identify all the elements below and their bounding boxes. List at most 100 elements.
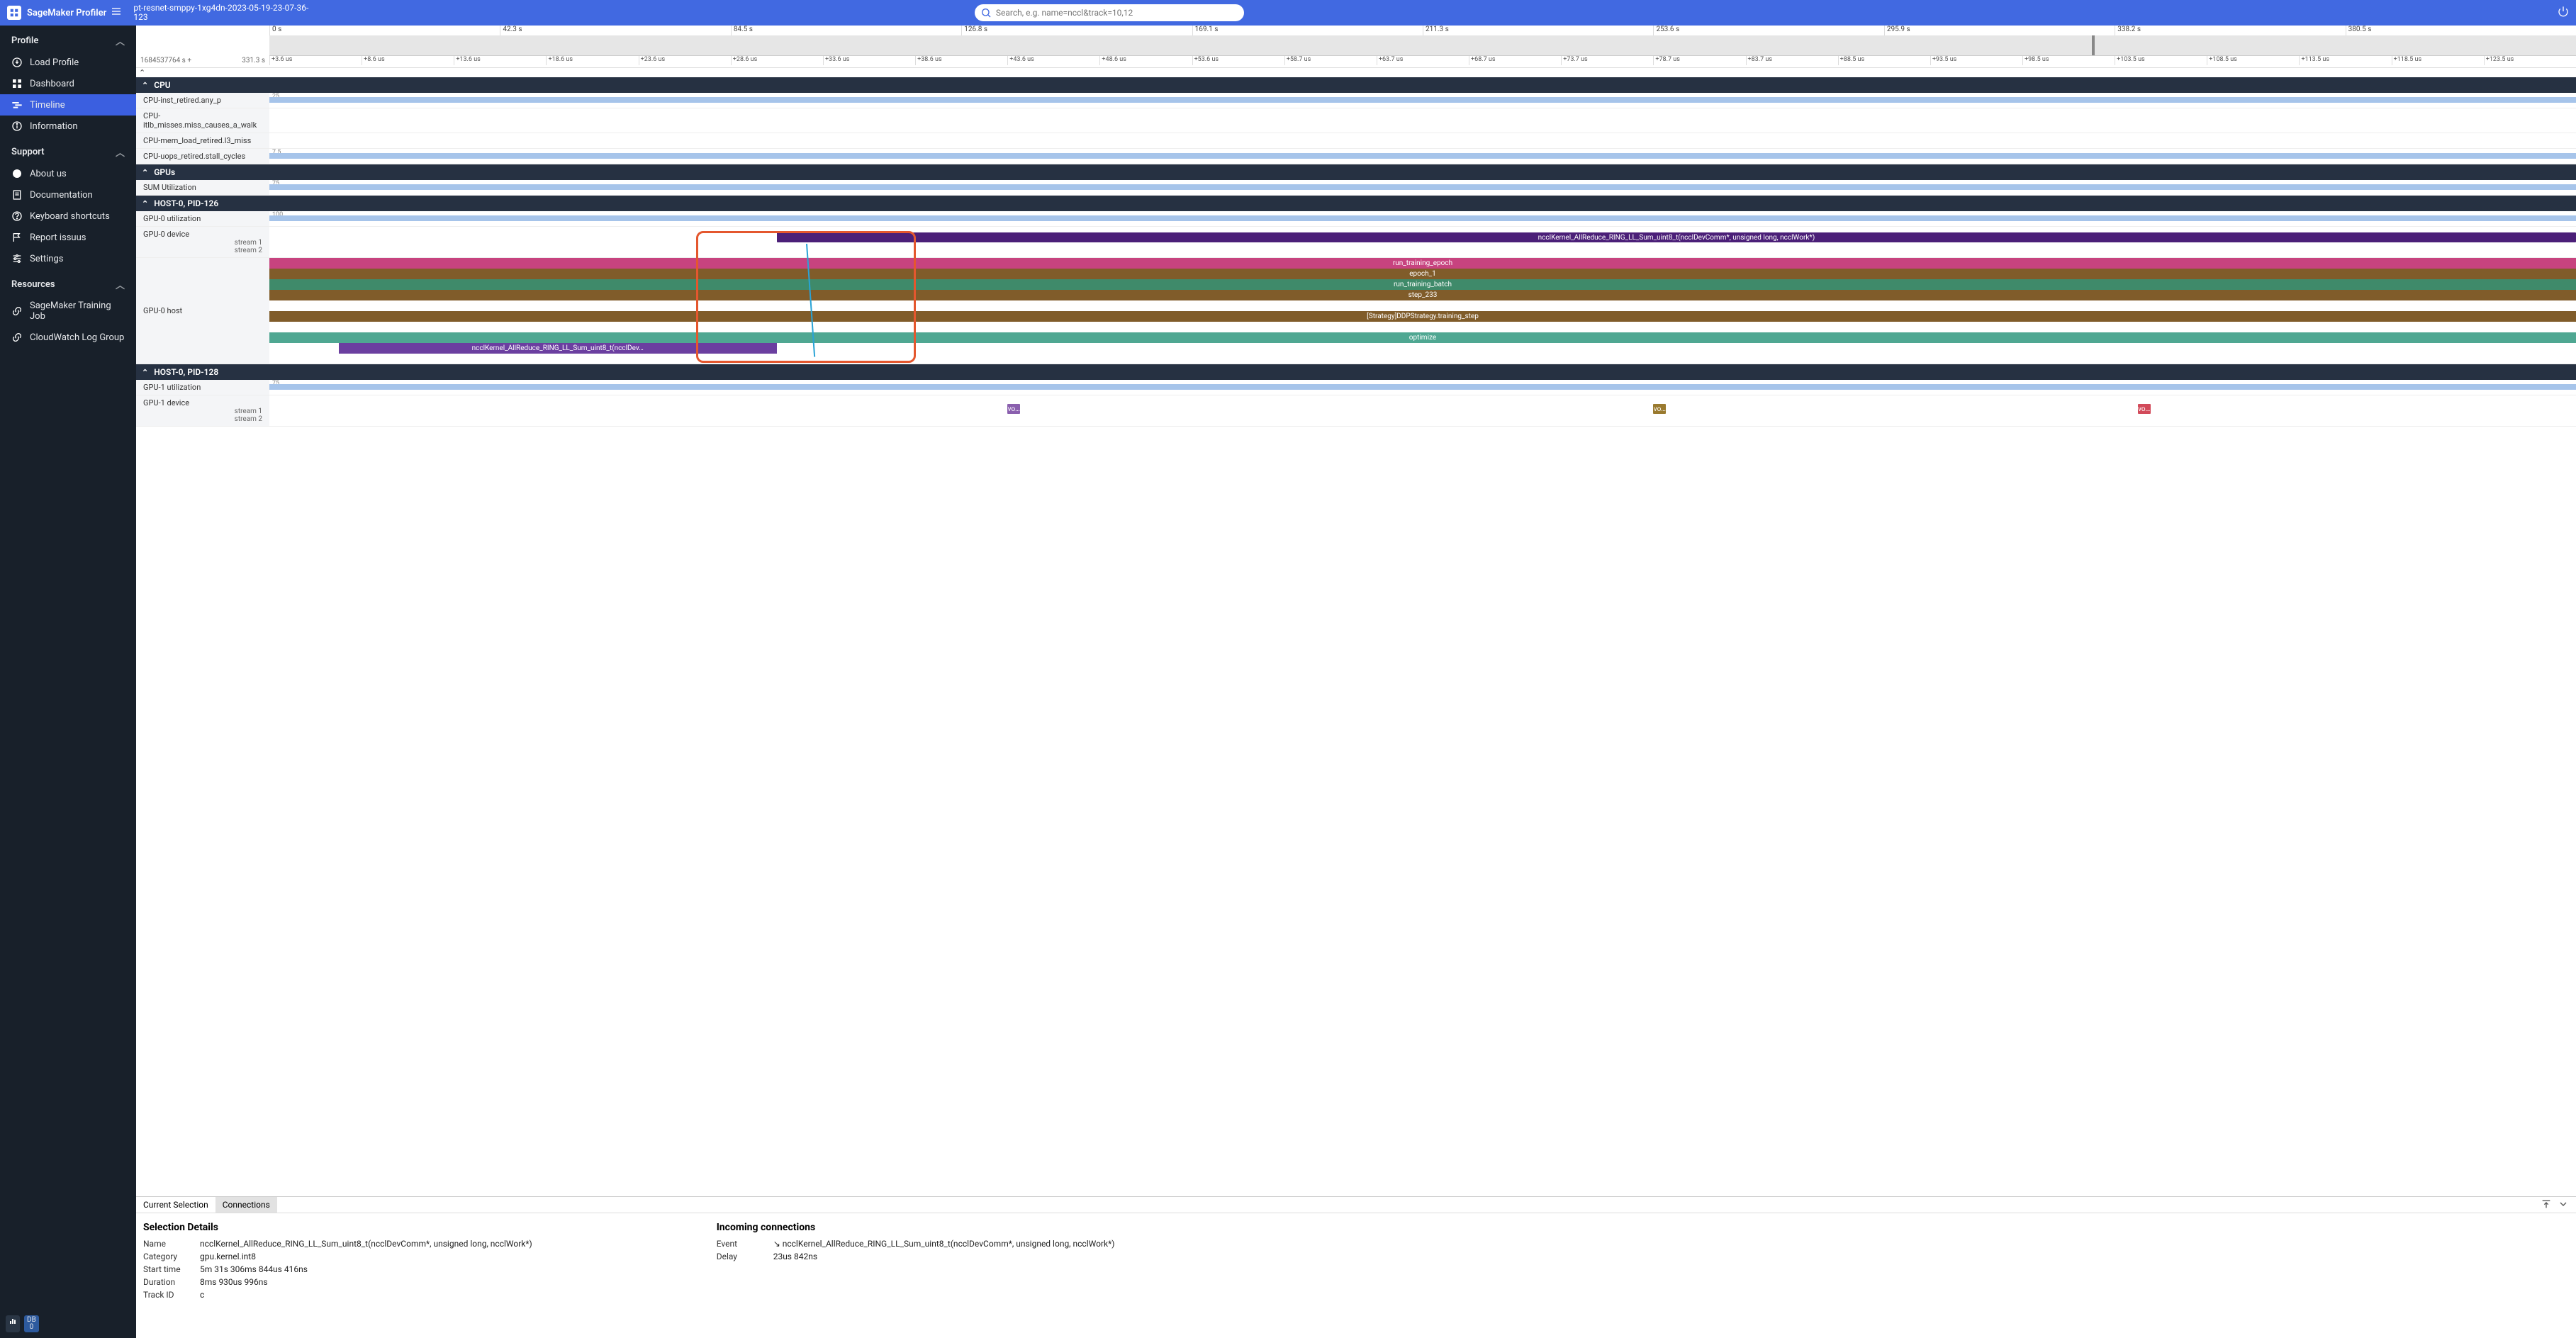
sidebar-item-label: Load Profile — [30, 57, 79, 68]
link-icon — [11, 305, 23, 317]
flame-bar[interactable]: step_233 — [269, 290, 2576, 300]
row-label: CPU-itlb_misses.miss_causes_a_walk — [143, 111, 262, 130]
sidebar-item-keyboard[interactable]: Keyboard shortcuts — [0, 206, 136, 227]
detail-key: Delay — [717, 1252, 773, 1261]
tab-connections[interactable]: Connections — [215, 1197, 277, 1213]
tick-label: +28.6 us — [731, 56, 823, 65]
kernel-chip[interactable]: vo… — [2138, 404, 2151, 414]
sidebar-item-docs[interactable]: Documentation — [0, 184, 136, 206]
row-gpu0-util: GPU-0 utilization 100 — [136, 211, 2576, 227]
tick-label: +13.6 us — [454, 56, 546, 65]
lane[interactable]: run_training_epochepoch_1run_training_ba… — [269, 258, 2576, 364]
detail-value: ncclKernel_AllReduce_RING_LL_Sum_uint8_t… — [200, 1239, 532, 1249]
stats-icon[interactable] — [6, 1315, 20, 1332]
timeline-overview[interactable]: 1684537764 s + 331.3 s 0 s42.3 s84.5 s12… — [136, 26, 2576, 68]
power-icon[interactable] — [2558, 6, 2569, 20]
sidebar-item-information[interactable]: Information — [0, 116, 136, 137]
chevron-up-icon: ⌃ — [142, 81, 148, 90]
detail-value: ↘ ncclKernel_AllReduce_RING_LL_Sum_uint8… — [773, 1239, 1115, 1249]
row-gpu1-device: GPU-1 device stream 1 stream 2 vo…vo…vo…… — [136, 395, 2576, 427]
overview-start-time: 1684537764 s + — [140, 57, 191, 64]
sidebar-item-settings[interactable]: Settings — [0, 248, 136, 269]
group-gpus[interactable]: ⌃ GPUs — [136, 164, 2576, 180]
sidebar-section-profile[interactable]: Profile ︿ — [0, 26, 136, 52]
row-label: GPU-1 device — [143, 398, 262, 407]
sidebar-item-cloudwatch[interactable]: CloudWatch Log Group — [0, 327, 136, 348]
chevron-up-icon: ︿ — [116, 278, 125, 291]
detail-value: 8ms 930us 996ns — [200, 1277, 532, 1287]
flame-bar[interactable] — [269, 322, 2576, 332]
lane[interactable]: 75 — [269, 180, 2576, 195]
hamburger-icon[interactable] — [111, 6, 122, 20]
group-host0-126[interactable]: ⌃ HOST-0, PID-126 — [136, 196, 2576, 211]
tick-label: 295.9 s — [1884, 26, 2115, 35]
info-icon — [11, 168, 23, 179]
collapse-overview-icon[interactable]: ⌃ — [136, 68, 2576, 77]
flame-bar[interactable]: optimize — [269, 332, 2576, 343]
move-to-top-icon[interactable] — [2541, 1198, 2552, 1212]
selection-details: Selection Details NamencclKernel_AllRedu… — [143, 1222, 532, 1300]
sidebar-item-label: About us — [30, 169, 67, 179]
search-icon — [980, 7, 992, 21]
sidebar-item-label: Timeline — [30, 100, 65, 111]
timeline-tracks: ⌃ CPU CPU-inst_retired.any_p 25 CPU-itlb… — [136, 77, 2576, 1196]
sidebar-item-dashboard[interactable]: Dashboard — [0, 73, 136, 94]
flame-bar[interactable] — [269, 300, 2576, 311]
group-cpu[interactable]: ⌃ CPU — [136, 77, 2576, 93]
sidebar-item-load-profile[interactable]: Load Profile — [0, 52, 136, 73]
search-input[interactable] — [975, 4, 1244, 21]
kernel-chip[interactable]: vo… — [1007, 404, 1020, 414]
flame-bar[interactable]: [Strategy]DDPStrategy.training_step — [269, 311, 2576, 322]
cpu-metric-row: CPU-itlb_misses.miss_causes_a_walk — [136, 108, 2576, 133]
overview-scrubber[interactable] — [269, 35, 2576, 55]
kernel-bar[interactable]: ncclKernel_AllReduce_RING_LL_Sum_uint8_t… — [777, 232, 2576, 242]
lane[interactable]: 25 — [269, 93, 2576, 108]
tick-label: +48.6 us — [1099, 56, 1192, 65]
row-label: GPU-0 host — [143, 306, 262, 315]
detail-value: c — [200, 1290, 532, 1300]
tick-label: +123.5 us — [2484, 56, 2576, 65]
sidebar-item-label: Report issuus — [30, 232, 86, 243]
lane[interactable] — [269, 133, 2576, 148]
overview-marker[interactable] — [2092, 35, 2095, 55]
sidebar-item-report[interactable]: Report issuus — [0, 227, 136, 248]
tick-label: +68.7 us — [1469, 56, 1561, 65]
document-icon — [11, 189, 23, 201]
tab-current-selection[interactable]: Current Selection — [136, 1197, 215, 1213]
flame-bar[interactable]: ncclKernel_AllReduce_RING_LL_Sum_uint8_t… — [339, 343, 777, 354]
flame-bar[interactable]: run_training_batch — [269, 279, 2576, 290]
tick-label: +58.7 us — [1284, 56, 1377, 65]
sidebar-item-timeline[interactable]: Timeline — [0, 94, 136, 116]
kernel-chip[interactable]: vo… — [1653, 404, 1666, 414]
tick-label: +8.6 us — [362, 56, 454, 65]
row-label: SUM Utilization — [143, 183, 262, 192]
link-icon — [11, 332, 23, 343]
group-host0-128[interactable]: ⌃ HOST-0, PID-128 — [136, 364, 2576, 380]
row-gpu0-device: GPU-0 device stream 1 stream 2 ncclKerne… — [136, 227, 2576, 258]
group-label: HOST-0, PID-126 — [154, 198, 218, 208]
sidebar-item-about[interactable]: About us — [0, 163, 136, 184]
info-icon — [11, 120, 23, 132]
job-title: pt-resnet-smppy-1xg4dn-2023-05-19-23-07-… — [133, 4, 318, 22]
lane[interactable]: ncclKernel_AllReduce_RING_LL_Sum_uint8_t… — [269, 227, 2576, 257]
sidebar-section-label: Support — [11, 147, 45, 157]
flame-bar[interactable]: run_training_epoch — [269, 258, 2576, 269]
chevron-up-icon: ⌃ — [142, 368, 148, 377]
db-badge-value: 0 — [30, 1324, 34, 1331]
tick-label: 169.1 s — [1192, 26, 1423, 35]
sidebar-item-training-job[interactable]: SageMaker Training Job — [0, 296, 136, 327]
lane[interactable]: 7.5 — [269, 149, 2576, 164]
chevron-down-icon[interactable] — [2558, 1198, 2569, 1212]
detail-key: Name — [143, 1239, 200, 1249]
lane[interactable]: vo…vo…vo…vo… — [269, 395, 2576, 426]
tick-label: +73.7 us — [1561, 56, 1653, 65]
db-badge[interactable]: DB 0 — [24, 1315, 39, 1332]
sidebar-section-resources[interactable]: Resources ︿ — [0, 269, 136, 296]
lane[interactable]: 75 — [269, 380, 2576, 395]
flame-bar[interactable]: epoch_1 — [269, 269, 2576, 279]
lane[interactable]: 100 — [269, 211, 2576, 226]
sidebar-section-support[interactable]: Support ︿ — [0, 137, 136, 163]
tick-label: +23.6 us — [639, 56, 731, 65]
lane[interactable] — [269, 108, 2576, 133]
sidebar-section-label: Resources — [11, 279, 55, 290]
